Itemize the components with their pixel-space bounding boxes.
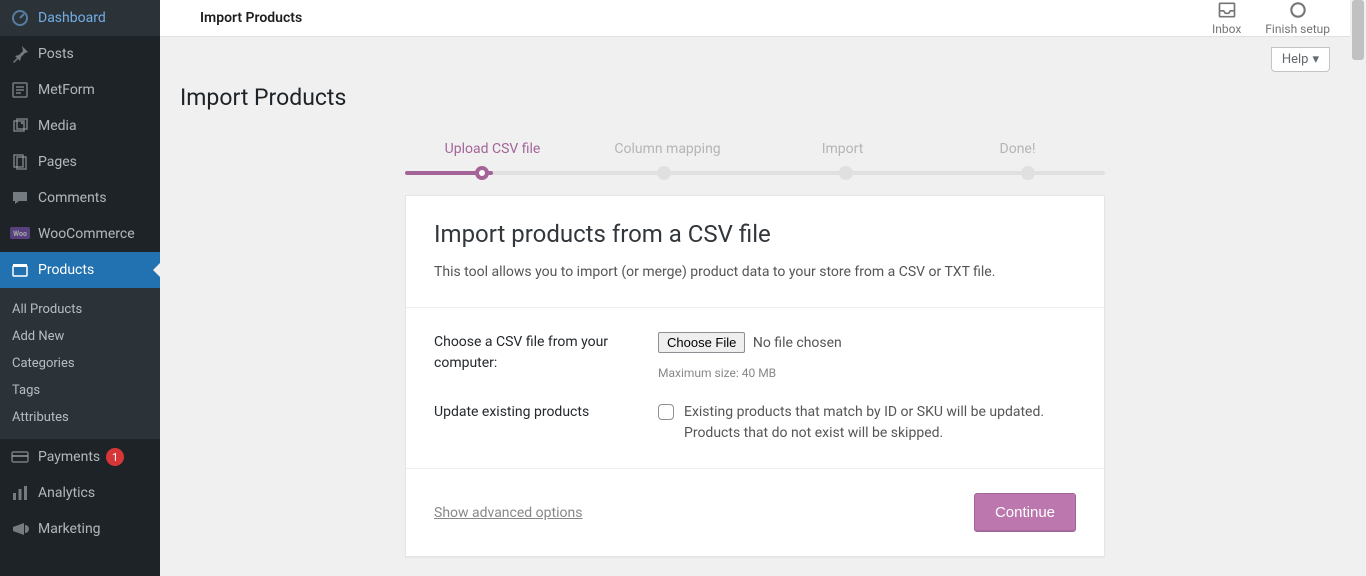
update-existing-label: Update existing products (434, 402, 634, 444)
stepper-dot-3 (839, 166, 853, 180)
sidebar-item-label: Dashboard (38, 10, 106, 26)
sidebar-item-label: Marketing (38, 521, 101, 537)
payments-badge: 1 (106, 448, 124, 466)
sidebar-item-label: Comments (38, 190, 107, 206)
sidebar-item-dashboard[interactable]: Dashboard (0, 0, 160, 36)
pages-icon (10, 152, 30, 172)
sidebar-item-analytics[interactable]: Analytics (0, 475, 160, 511)
products-submenu: All Products Add New Categories Tags Att… (0, 288, 160, 439)
sidebar-item-posts[interactable]: Posts (0, 36, 160, 72)
inbox-label: Inbox (1212, 22, 1241, 36)
submenu-add-new[interactable]: Add New (0, 323, 160, 350)
sidebar-item-woocommerce[interactable]: Woo WooCommerce (0, 216, 160, 252)
products-icon (10, 260, 30, 280)
max-size-hint: Maximum size: 40 MB (658, 364, 1076, 382)
finish-setup-button[interactable]: Finish setup (1265, 0, 1330, 36)
sidebar-item-metform[interactable]: MetForm (0, 72, 160, 108)
update-existing-description: Existing products that match by ID or SK… (684, 402, 1076, 444)
stepper-dot-4 (1021, 166, 1035, 180)
sidebar-item-products[interactable]: Products (0, 252, 160, 288)
sidebar-item-label: WooCommerce (38, 226, 135, 242)
finish-setup-label: Finish setup (1265, 22, 1330, 36)
sidebar-item-marketing[interactable]: Marketing (0, 511, 160, 547)
marketing-icon (10, 519, 30, 539)
sidebar-item-pages[interactable]: Pages (0, 144, 160, 180)
page-title: Import Products (180, 84, 1330, 111)
progress-stepper: Upload CSV file Column mapping Import Do… (405, 141, 1105, 175)
inbox-button[interactable]: Inbox (1212, 0, 1241, 36)
sidebar-item-label: Analytics (38, 485, 95, 501)
analytics-icon (10, 483, 30, 503)
sidebar-item-label: MetForm (38, 82, 95, 98)
step-done: Done! (930, 141, 1105, 157)
continue-button[interactable]: Continue (974, 493, 1076, 532)
woocommerce-icon: Woo (10, 224, 30, 244)
help-tab[interactable]: Help ▾ (1271, 47, 1330, 72)
form-icon (10, 80, 30, 100)
sidebar-item-comments[interactable]: Comments (0, 180, 160, 216)
chevron-down-icon: ▾ (1312, 52, 1319, 67)
show-advanced-link[interactable]: Show advanced options (434, 505, 582, 521)
sidebar-item-label: Posts (38, 46, 74, 62)
pin-icon (10, 44, 30, 64)
card-description: This tool allows you to import (or merge… (434, 262, 1076, 283)
topbar: Import Products Inbox Finish setup (160, 0, 1350, 37)
submenu-attributes[interactable]: Attributes (0, 404, 160, 431)
sidebar-item-label: Media (38, 118, 77, 134)
sidebar-item-media[interactable]: Media (0, 108, 160, 144)
update-existing-checkbox[interactable] (658, 404, 674, 420)
finish-setup-icon (1288, 0, 1308, 20)
import-card: Import products from a CSV file This too… (405, 195, 1105, 557)
chosen-file-status: No file chosen (753, 335, 842, 351)
svg-text:Woo: Woo (13, 230, 27, 238)
choose-file-button[interactable]: Choose File (658, 332, 745, 353)
sidebar-item-payments[interactable]: Payments 1 (0, 439, 160, 475)
dashboard-icon (10, 8, 30, 28)
submenu-categories[interactable]: Categories (0, 350, 160, 377)
page-content: Help ▾ Import Products Upload CSV file C… (160, 37, 1350, 576)
vertical-scrollbar[interactable] (1350, 0, 1366, 576)
payments-icon (10, 447, 30, 467)
inbox-icon (1217, 0, 1237, 20)
sidebar-item-label: Payments (38, 449, 100, 465)
admin-sidebar: Dashboard Posts MetForm Media Pages Comm… (0, 0, 160, 576)
topbar-actions: Inbox Finish setup (1212, 0, 1330, 36)
submenu-all-products[interactable]: All Products (0, 296, 160, 323)
sidebar-item-label: Products (38, 262, 94, 278)
step-import: Import (755, 141, 930, 157)
step-upload: Upload CSV file (405, 141, 580, 157)
main-content: Import Products Inbox Finish setup Help … (160, 0, 1350, 576)
sidebar-item-label: Pages (38, 154, 77, 170)
card-title: Import products from a CSV file (434, 220, 1076, 248)
media-icon (10, 116, 30, 136)
comment-icon (10, 188, 30, 208)
submenu-tags[interactable]: Tags (0, 377, 160, 404)
choose-file-label: Choose a CSV file from your computer: (434, 332, 634, 382)
stepper-dot-1 (475, 166, 489, 180)
step-mapping: Column mapping (580, 141, 755, 157)
help-label: Help (1282, 52, 1309, 67)
stepper-dot-2 (657, 166, 671, 180)
topbar-title: Import Products (200, 10, 302, 26)
